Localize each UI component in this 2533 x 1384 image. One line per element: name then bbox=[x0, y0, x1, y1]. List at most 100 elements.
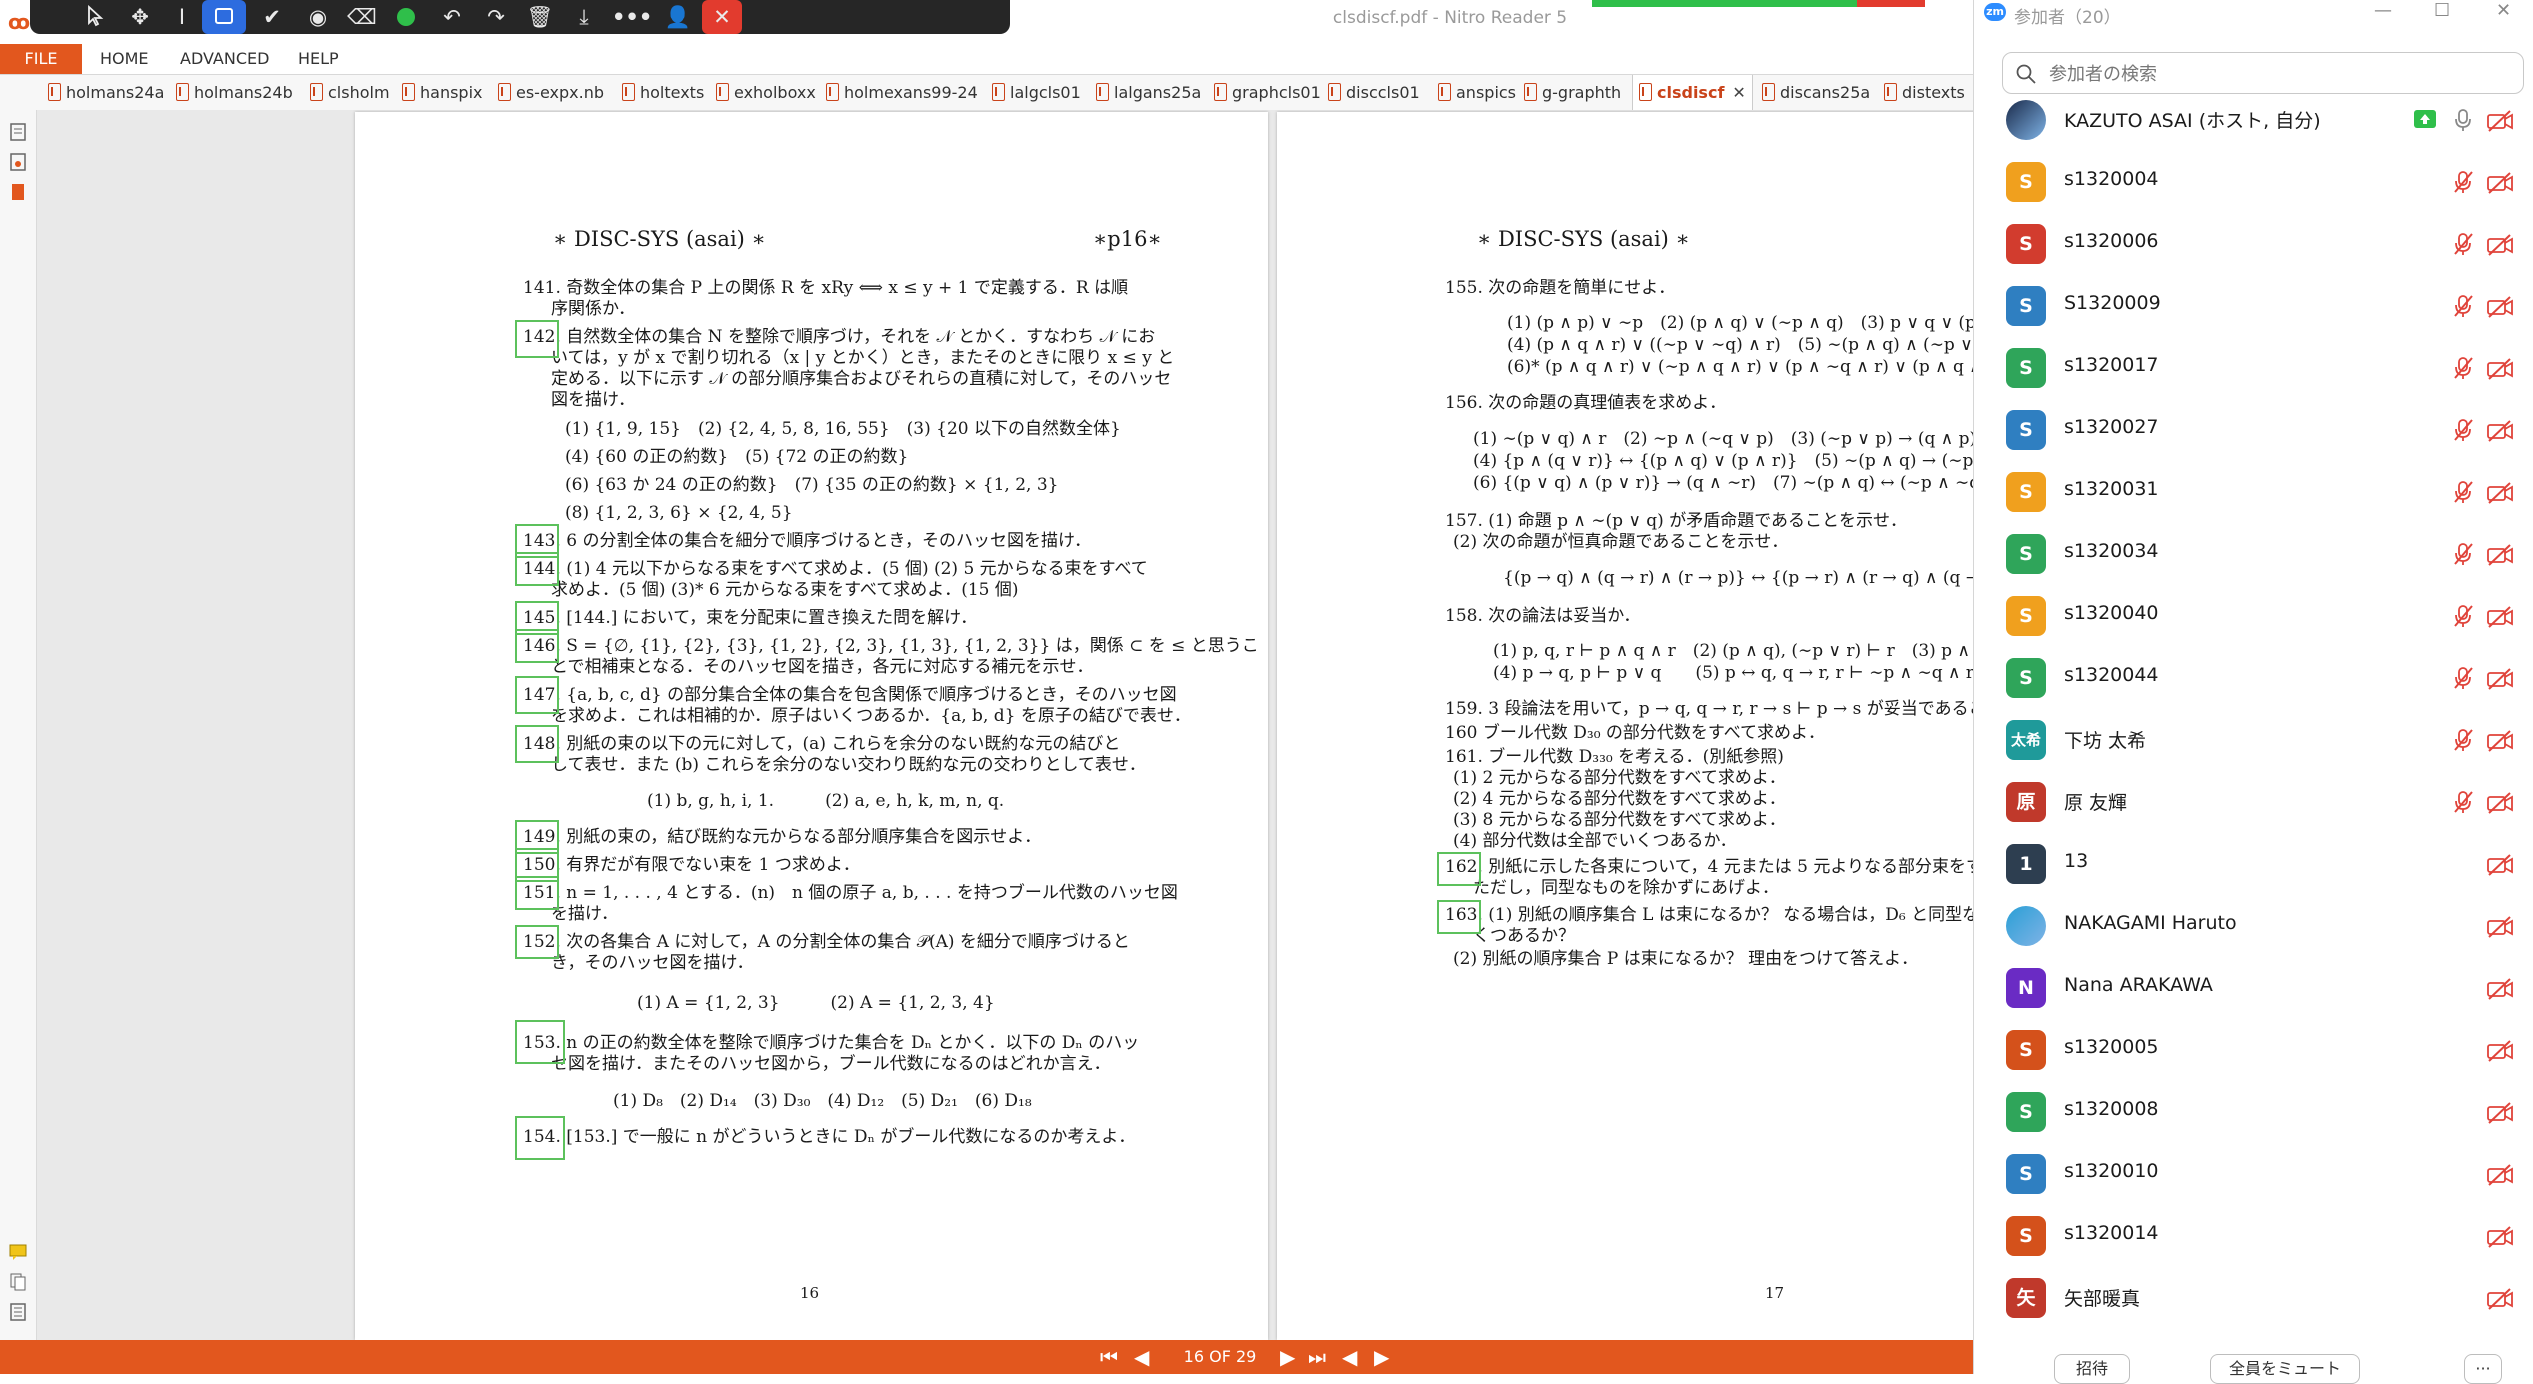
annotation-box-146[interactable] bbox=[515, 629, 559, 663]
video-off-icon[interactable] bbox=[2486, 482, 2514, 504]
participant-row[interactable]: Ss1320004 bbox=[1974, 150, 2533, 212]
participant-row[interactable]: Ss1320027 bbox=[1974, 398, 2533, 460]
participant-row[interactable]: NAKAGAMI Haruto bbox=[1974, 894, 2533, 956]
annotation-box-147[interactable] bbox=[515, 676, 559, 714]
doc-tab[interactable]: g-graphth bbox=[1524, 75, 1621, 111]
participant-row[interactable]: 矢矢部暖真 bbox=[1974, 1266, 2533, 1328]
doc-tab[interactable]: holmans24b bbox=[176, 75, 293, 111]
microphone-muted-icon[interactable] bbox=[2452, 790, 2474, 814]
document-viewer[interactable]: ∗ DISC-SYS (asai) ∗ ∗p16∗ 141. 奇数全体の集合 P… bbox=[37, 110, 1973, 1340]
participant-row[interactable]: 太希 下坊 太希 bbox=[1974, 708, 2533, 770]
video-off-icon[interactable] bbox=[2486, 792, 2514, 814]
doc-tab[interactable]: anspics bbox=[1438, 75, 1516, 111]
video-off-icon[interactable] bbox=[2486, 110, 2514, 132]
participant-row[interactable]: Ss1320034 bbox=[1974, 522, 2533, 584]
back-view-icon[interactable]: ◀ bbox=[1342, 1340, 1357, 1374]
doc-tab[interactable]: discans25a bbox=[1762, 75, 1870, 111]
microphone-muted-icon[interactable] bbox=[2452, 480, 2474, 504]
doc-tab[interactable]: disccls01 bbox=[1328, 75, 1420, 111]
trash-icon[interactable]: 🗑 bbox=[520, 0, 560, 34]
doc-tab[interactable]: holmans24a bbox=[48, 75, 164, 111]
video-off-icon[interactable] bbox=[2486, 1164, 2514, 1186]
microphone-muted-icon[interactable] bbox=[2452, 356, 2474, 380]
doc-tab[interactable]: lalgans25a bbox=[1096, 75, 1201, 111]
save-download-icon[interactable]: ⤓ bbox=[564, 0, 604, 34]
doc-tab[interactable]: hanspix bbox=[402, 75, 483, 111]
pages-thumbnail-icon[interactable] bbox=[8, 1272, 28, 1292]
video-off-icon[interactable] bbox=[2486, 978, 2514, 1000]
participant-row[interactable]: Ss1320006 bbox=[1974, 212, 2533, 274]
video-off-icon[interactable] bbox=[2486, 1226, 2514, 1248]
microphone-muted-icon[interactable] bbox=[2452, 666, 2474, 690]
tab-help[interactable]: HELP bbox=[298, 44, 339, 74]
microphone-muted-icon[interactable] bbox=[2452, 728, 2474, 752]
color-picker-icon[interactable] bbox=[386, 0, 426, 34]
doc-tab[interactable]: exholboxx bbox=[716, 75, 816, 111]
video-off-icon[interactable] bbox=[2486, 1040, 2514, 1062]
tab-file[interactable]: FILE bbox=[0, 44, 82, 74]
doc-tab[interactable]: clsholm bbox=[310, 75, 390, 111]
output-panel-icon[interactable] bbox=[8, 1302, 28, 1322]
more-options-icon[interactable]: ••• bbox=[612, 0, 652, 34]
microphone-muted-icon[interactable] bbox=[2452, 418, 2474, 442]
doc-tab-active[interactable]: clsdiscf ✕ bbox=[1632, 75, 1753, 111]
last-page-icon[interactable]: ⏭ bbox=[1308, 1340, 1326, 1374]
doc-tab[interactable]: es-expx.nb bbox=[498, 75, 604, 111]
more-button[interactable]: ··· bbox=[2464, 1354, 2502, 1384]
annotation-box-162[interactable] bbox=[1437, 852, 1481, 886]
maximize-icon[interactable]: ☐ bbox=[2434, 0, 2450, 21]
page-indicator[interactable]: 16 OF 29 bbox=[1160, 1340, 1280, 1374]
microphone-muted-icon[interactable] bbox=[2452, 294, 2474, 318]
participant-row[interactable]: 1 13 bbox=[1974, 832, 2533, 894]
close-icon[interactable]: ✕ bbox=[2496, 0, 2511, 21]
video-off-icon[interactable] bbox=[2486, 1102, 2514, 1124]
text-tool-icon[interactable]: I bbox=[162, 0, 202, 34]
microphone-muted-icon[interactable] bbox=[2452, 542, 2474, 566]
doc-tab[interactable]: lalgcls01 bbox=[992, 75, 1081, 111]
close-toolbar-icon[interactable]: ✕ bbox=[702, 0, 742, 34]
annotation-box-151[interactable] bbox=[515, 876, 559, 910]
invite-button[interactable]: 招待 bbox=[2054, 1354, 2130, 1384]
video-off-icon[interactable] bbox=[2486, 916, 2514, 938]
spotlight-icon[interactable]: ◉ bbox=[298, 0, 338, 34]
video-off-icon[interactable] bbox=[2486, 1288, 2514, 1310]
stamp-check-icon[interactable]: ✔ bbox=[252, 0, 292, 34]
doc-tab[interactable]: holtexts bbox=[622, 75, 704, 111]
undo-icon[interactable]: ↶ bbox=[432, 0, 472, 34]
microphone-muted-icon[interactable] bbox=[2452, 604, 2474, 628]
tab-advanced[interactable]: ADVANCED bbox=[180, 44, 269, 74]
doc-tab[interactable]: distexts bbox=[1884, 75, 1965, 111]
comments-icon[interactable] bbox=[8, 1242, 28, 1262]
annotation-box-152[interactable] bbox=[515, 925, 559, 959]
mute-all-button[interactable]: 全員をミュート bbox=[2210, 1354, 2360, 1384]
participant-row[interactable]: Ss1320017 bbox=[1974, 336, 2533, 398]
first-page-icon[interactable]: ⏮ bbox=[1100, 1340, 1118, 1374]
microphone-muted-icon[interactable] bbox=[2452, 232, 2474, 256]
video-off-icon[interactable] bbox=[2486, 730, 2514, 752]
participant-row[interactable]: Ss1320005 bbox=[1974, 1018, 2533, 1080]
video-off-icon[interactable] bbox=[2486, 172, 2514, 194]
forward-view-icon[interactable]: ▶ bbox=[1374, 1340, 1389, 1374]
participant-row[interactable]: S S1320009 bbox=[1974, 274, 2533, 336]
previous-page-icon[interactable]: ◀ bbox=[1134, 1340, 1149, 1374]
pages-panel-icon[interactable] bbox=[8, 122, 28, 142]
participant-row[interactable]: Ss1320040 bbox=[1974, 584, 2533, 646]
participant-row[interactable]: 原原 友輝 bbox=[1974, 770, 2533, 832]
doc-tab[interactable]: graphcls01 bbox=[1214, 75, 1321, 111]
video-off-icon[interactable] bbox=[2486, 544, 2514, 566]
participant-row[interactable]: N Nana ARAKAWA bbox=[1974, 956, 2533, 1018]
annotator-person-icon[interactable]: 👤 bbox=[658, 0, 698, 34]
annotation-box-154[interactable] bbox=[515, 1116, 565, 1160]
tab-home[interactable]: HOME bbox=[100, 44, 149, 74]
minimize-icon[interactable]: — bbox=[2374, 0, 2392, 21]
microphone-muted-icon[interactable] bbox=[2452, 170, 2474, 194]
bookmarks-icon[interactable] bbox=[8, 182, 28, 202]
attachments-icon[interactable] bbox=[8, 152, 28, 172]
participant-row[interactable]: Ss1320010 bbox=[1974, 1142, 2533, 1204]
participant-row[interactable]: KAZUTO ASAI (ホスト, 自分) bbox=[1974, 88, 2533, 150]
close-tab-icon[interactable]: ✕ bbox=[1732, 83, 1745, 102]
annotation-box-142[interactable] bbox=[515, 320, 559, 358]
participant-row[interactable]: Ss1320014 bbox=[1974, 1204, 2533, 1266]
video-off-icon[interactable] bbox=[2486, 296, 2514, 318]
video-off-icon[interactable] bbox=[2486, 668, 2514, 690]
